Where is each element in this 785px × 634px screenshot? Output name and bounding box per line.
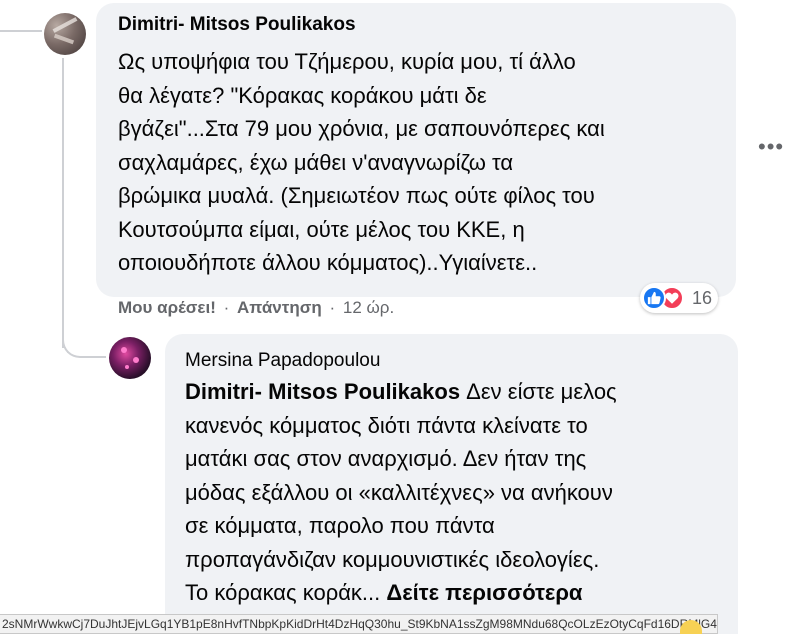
avatar[interactable] [44,13,86,55]
reply-thread-curve [62,320,106,358]
comment-author[interactable]: Dimitri- Mitsos Poulikakos [118,14,356,36]
like-icon [642,286,666,310]
reply-author[interactable]: Mersina Papadopoulou [185,350,380,372]
comment-text: Ως υποψήφια του Τζήμερου, κυρία μου, τί … [118,49,605,275]
reply-avatar[interactable] [109,337,151,379]
reaction-count: 16 [692,287,713,308]
thread-connector-line [0,30,42,32]
comment-timestamp[interactable]: 12 ώρ. [343,298,394,317]
reply-body: Δεν είστε μελος κανενός κόμματος διότι π… [185,379,617,605]
more-options-icon[interactable]: ••• [758,136,784,158]
like-button[interactable]: Μου αρέσει! [118,298,216,317]
separator: · [223,298,230,317]
browser-status-url: 2sNMrWwkwCj7DuJhtJEjvLGq1YB1pE8nHvfTNbpK… [0,614,718,634]
reactions-summary[interactable]: 16 [640,283,719,313]
separator: · [329,298,336,317]
comment-actions: Μου αρέσει! · Απάντηση · 12 ώρ. [118,298,394,318]
reply-button[interactable]: Απάντηση [237,298,322,317]
mention-link[interactable]: Dimitri- Mitsos Poulikakos [185,379,460,404]
reply-text: Dimitri- Mitsos Poulikakos Δεν είστε μελ… [185,375,730,610]
reply-thread-line [62,58,64,348]
see-more-link[interactable]: Δείτε περισσότερα [386,580,582,605]
